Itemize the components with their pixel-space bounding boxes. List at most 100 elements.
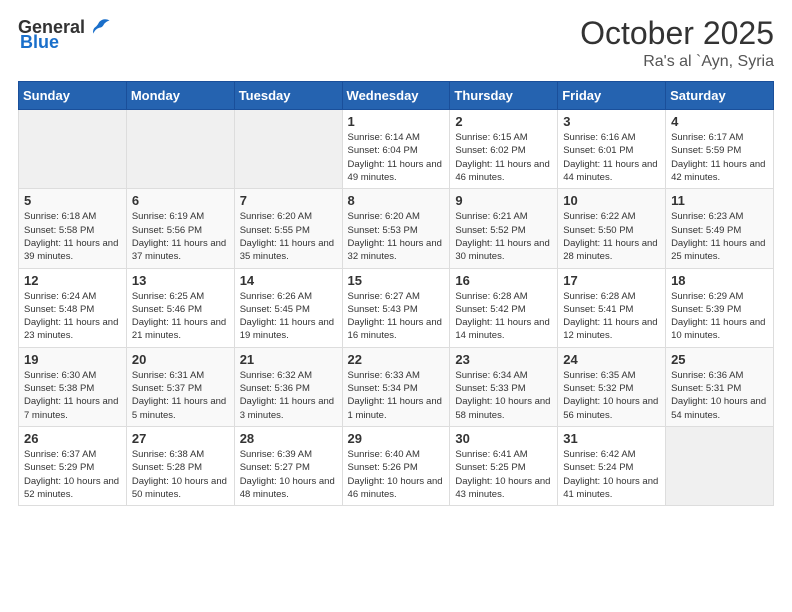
calendar-cell: 25 Sunrise: 6:36 AM Sunset: 5:31 PM Dayli…	[666, 347, 774, 426]
day-number: 26	[24, 431, 121, 446]
calendar-cell: 5Sunrise: 6:18 AM Sunset: 5:58 PM Daylig…	[19, 189, 127, 268]
weekday-header: Saturday	[666, 82, 774, 110]
day-number: 20	[132, 352, 229, 367]
day-number: 13	[132, 273, 229, 288]
day-info: Sunrise: 6:25 AM Sunset: 5:46 PM Dayligh…	[132, 290, 229, 343]
day-info: Sunrise: 6:21 AM Sunset: 5:52 PM Dayligh…	[455, 210, 552, 263]
day-info: Sunrise: 6:31 AM Sunset: 5:37 PM Dayligh…	[132, 369, 229, 422]
day-number: 27	[132, 431, 229, 446]
calendar-cell: 6 Sunrise: 6:19 AM Sunset: 5:56 PM Daylig…	[126, 189, 234, 268]
calendar-cell: 14 Sunrise: 6:26 AM Sunset: 5:45 PM Dayli…	[234, 268, 342, 347]
day-info: Sunrise: 6:35 AM Sunset: 5:32 PM Dayligh…	[563, 369, 660, 422]
day-number: 21	[240, 352, 337, 367]
day-number: 8	[348, 193, 445, 208]
day-number: 31	[563, 431, 660, 446]
day-number: 14	[240, 273, 337, 288]
day-info: Sunrise: 6:15 AM Sunset: 6:02 PM Dayligh…	[455, 131, 552, 184]
calendar-cell: 13 Sunrise: 6:25 AM Sunset: 5:46 PM Dayli…	[126, 268, 234, 347]
day-info: Sunrise: 6:39 AM Sunset: 5:27 PM Dayligh…	[240, 448, 337, 501]
calendar-cell: 1Sunrise: 6:14 AM Sunset: 6:04 PM Daylig…	[342, 110, 450, 189]
weekday-header: Friday	[558, 82, 666, 110]
calendar-cell	[19, 110, 127, 189]
calendar-cell: 2 Sunrise: 6:15 AM Sunset: 6:02 PM Daylig…	[450, 110, 558, 189]
calendar-week-row: 12 Sunrise: 6:24 AM Sunset: 5:48 PM Dayli…	[19, 268, 774, 347]
day-info: Sunrise: 6:28 AM Sunset: 5:42 PM Dayligh…	[455, 290, 552, 343]
day-number: 7	[240, 193, 337, 208]
calendar-cell	[126, 110, 234, 189]
calendar-week-row: 19Sunrise: 6:30 AM Sunset: 5:38 PM Dayli…	[19, 347, 774, 426]
day-number: 15	[348, 273, 445, 288]
day-number: 10	[563, 193, 660, 208]
calendar-cell: 17Sunrise: 6:28 AM Sunset: 5:41 PM Dayli…	[558, 268, 666, 347]
calendar-cell: 11Sunrise: 6:23 AM Sunset: 5:49 PM Dayli…	[666, 189, 774, 268]
day-info: Sunrise: 6:40 AM Sunset: 5:26 PM Dayligh…	[348, 448, 445, 501]
calendar-cell: 8 Sunrise: 6:20 AM Sunset: 5:53 PM Daylig…	[342, 189, 450, 268]
day-info: Sunrise: 6:30 AM Sunset: 5:38 PM Dayligh…	[24, 369, 121, 422]
calendar-cell: 31 Sunrise: 6:42 AM Sunset: 5:24 PM Dayli…	[558, 426, 666, 505]
day-number: 18	[671, 273, 768, 288]
location-title: Ra's al `Ayn, Syria	[580, 53, 774, 71]
weekday-header: Wednesday	[342, 82, 450, 110]
day-info: Sunrise: 6:42 AM Sunset: 5:24 PM Dayligh…	[563, 448, 660, 501]
day-number: 30	[455, 431, 552, 446]
weekday-header: Tuesday	[234, 82, 342, 110]
calendar-table: SundayMondayTuesdayWednesdayThursdayFrid…	[18, 81, 774, 506]
page: General Blue October 2025 Ra's al `Ayn, …	[0, 0, 792, 612]
day-info: Sunrise: 6:26 AM Sunset: 5:45 PM Dayligh…	[240, 290, 337, 343]
calendar-cell: 22Sunrise: 6:33 AM Sunset: 5:34 PM Dayli…	[342, 347, 450, 426]
day-number: 3	[563, 114, 660, 129]
day-number: 6	[132, 193, 229, 208]
day-number: 25	[671, 352, 768, 367]
month-title: October 2025	[580, 16, 774, 51]
day-info: Sunrise: 6:33 AM Sunset: 5:34 PM Dayligh…	[348, 369, 445, 422]
calendar-cell: 23Sunrise: 6:34 AM Sunset: 5:33 PM Dayli…	[450, 347, 558, 426]
day-info: Sunrise: 6:22 AM Sunset: 5:50 PM Dayligh…	[563, 210, 660, 263]
calendar-cell: 12 Sunrise: 6:24 AM Sunset: 5:48 PM Dayli…	[19, 268, 127, 347]
day-info: Sunrise: 6:19 AM Sunset: 5:56 PM Dayligh…	[132, 210, 229, 263]
day-info: Sunrise: 6:24 AM Sunset: 5:48 PM Dayligh…	[24, 290, 121, 343]
calendar-cell: 29 Sunrise: 6:40 AM Sunset: 5:26 PM Dayli…	[342, 426, 450, 505]
calendar-week-row: 5Sunrise: 6:18 AM Sunset: 5:58 PM Daylig…	[19, 189, 774, 268]
calendar-cell: 10 Sunrise: 6:22 AM Sunset: 5:50 PM Dayli…	[558, 189, 666, 268]
day-number: 11	[671, 193, 768, 208]
day-info: Sunrise: 6:32 AM Sunset: 5:36 PM Dayligh…	[240, 369, 337, 422]
calendar-cell: 3 Sunrise: 6:16 AM Sunset: 6:01 PM Daylig…	[558, 110, 666, 189]
day-info: Sunrise: 6:28 AM Sunset: 5:41 PM Dayligh…	[563, 290, 660, 343]
day-info: Sunrise: 6:41 AM Sunset: 5:25 PM Dayligh…	[455, 448, 552, 501]
day-info: Sunrise: 6:14 AM Sunset: 6:04 PM Dayligh…	[348, 131, 445, 184]
day-number: 29	[348, 431, 445, 446]
calendar-cell: 26 Sunrise: 6:37 AM Sunset: 5:29 PM Dayli…	[19, 426, 127, 505]
weekday-header: Thursday	[450, 82, 558, 110]
calendar-cell: 27 Sunrise: 6:38 AM Sunset: 5:28 PM Dayli…	[126, 426, 234, 505]
day-number: 12	[24, 273, 121, 288]
day-number: 28	[240, 431, 337, 446]
calendar-header-row: SundayMondayTuesdayWednesdayThursdayFrid…	[19, 82, 774, 110]
logo-bird-icon	[89, 16, 111, 38]
calendar-cell: 30 Sunrise: 6:41 AM Sunset: 5:25 PM Dayli…	[450, 426, 558, 505]
logo: General Blue	[18, 16, 111, 53]
day-info: Sunrise: 6:20 AM Sunset: 5:53 PM Dayligh…	[348, 210, 445, 263]
calendar-cell: 16Sunrise: 6:28 AM Sunset: 5:42 PM Dayli…	[450, 268, 558, 347]
calendar-cell	[666, 426, 774, 505]
calendar-cell: 15Sunrise: 6:27 AM Sunset: 5:43 PM Dayli…	[342, 268, 450, 347]
day-info: Sunrise: 6:38 AM Sunset: 5:28 PM Dayligh…	[132, 448, 229, 501]
calendar-cell: 21 Sunrise: 6:32 AM Sunset: 5:36 PM Dayli…	[234, 347, 342, 426]
calendar-cell: 7Sunrise: 6:20 AM Sunset: 5:55 PM Daylig…	[234, 189, 342, 268]
calendar-cell: 19Sunrise: 6:30 AM Sunset: 5:38 PM Dayli…	[19, 347, 127, 426]
day-info: Sunrise: 6:29 AM Sunset: 5:39 PM Dayligh…	[671, 290, 768, 343]
day-info: Sunrise: 6:17 AM Sunset: 5:59 PM Dayligh…	[671, 131, 768, 184]
day-info: Sunrise: 6:37 AM Sunset: 5:29 PM Dayligh…	[24, 448, 121, 501]
logo-blue-text: Blue	[20, 32, 59, 53]
day-info: Sunrise: 6:34 AM Sunset: 5:33 PM Dayligh…	[455, 369, 552, 422]
day-number: 24	[563, 352, 660, 367]
day-number: 4	[671, 114, 768, 129]
weekday-header: Sunday	[19, 82, 127, 110]
calendar-cell: 24 Sunrise: 6:35 AM Sunset: 5:32 PM Dayli…	[558, 347, 666, 426]
day-info: Sunrise: 6:36 AM Sunset: 5:31 PM Dayligh…	[671, 369, 768, 422]
calendar-cell: 20 Sunrise: 6:31 AM Sunset: 5:37 PM Dayli…	[126, 347, 234, 426]
header: General Blue October 2025 Ra's al `Ayn, …	[18, 16, 774, 71]
day-info: Sunrise: 6:16 AM Sunset: 6:01 PM Dayligh…	[563, 131, 660, 184]
day-number: 2	[455, 114, 552, 129]
weekday-header: Monday	[126, 82, 234, 110]
day-number: 5	[24, 193, 121, 208]
